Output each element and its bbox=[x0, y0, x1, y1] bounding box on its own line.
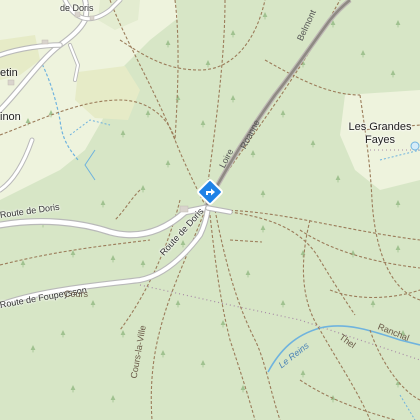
road-label-de-doris: de Doris bbox=[60, 3, 94, 13]
place-label-line: Les Grandes bbox=[348, 121, 412, 133]
map-view[interactable]: de Doris Route de Doris Route de Doris R… bbox=[0, 0, 420, 420]
place-label-inon: inon bbox=[0, 111, 21, 123]
place-label-etin: etin bbox=[0, 67, 18, 79]
directions-marker[interactable] bbox=[197, 179, 223, 205]
place-label-line: Fayes bbox=[365, 134, 395, 146]
map-canvas[interactable] bbox=[0, 0, 420, 420]
directions-diamond-icon bbox=[197, 179, 223, 205]
place-label-les-grandes-fayes: Les Grandes Fayes bbox=[340, 122, 420, 146]
label-cours: Cours bbox=[64, 289, 89, 299]
